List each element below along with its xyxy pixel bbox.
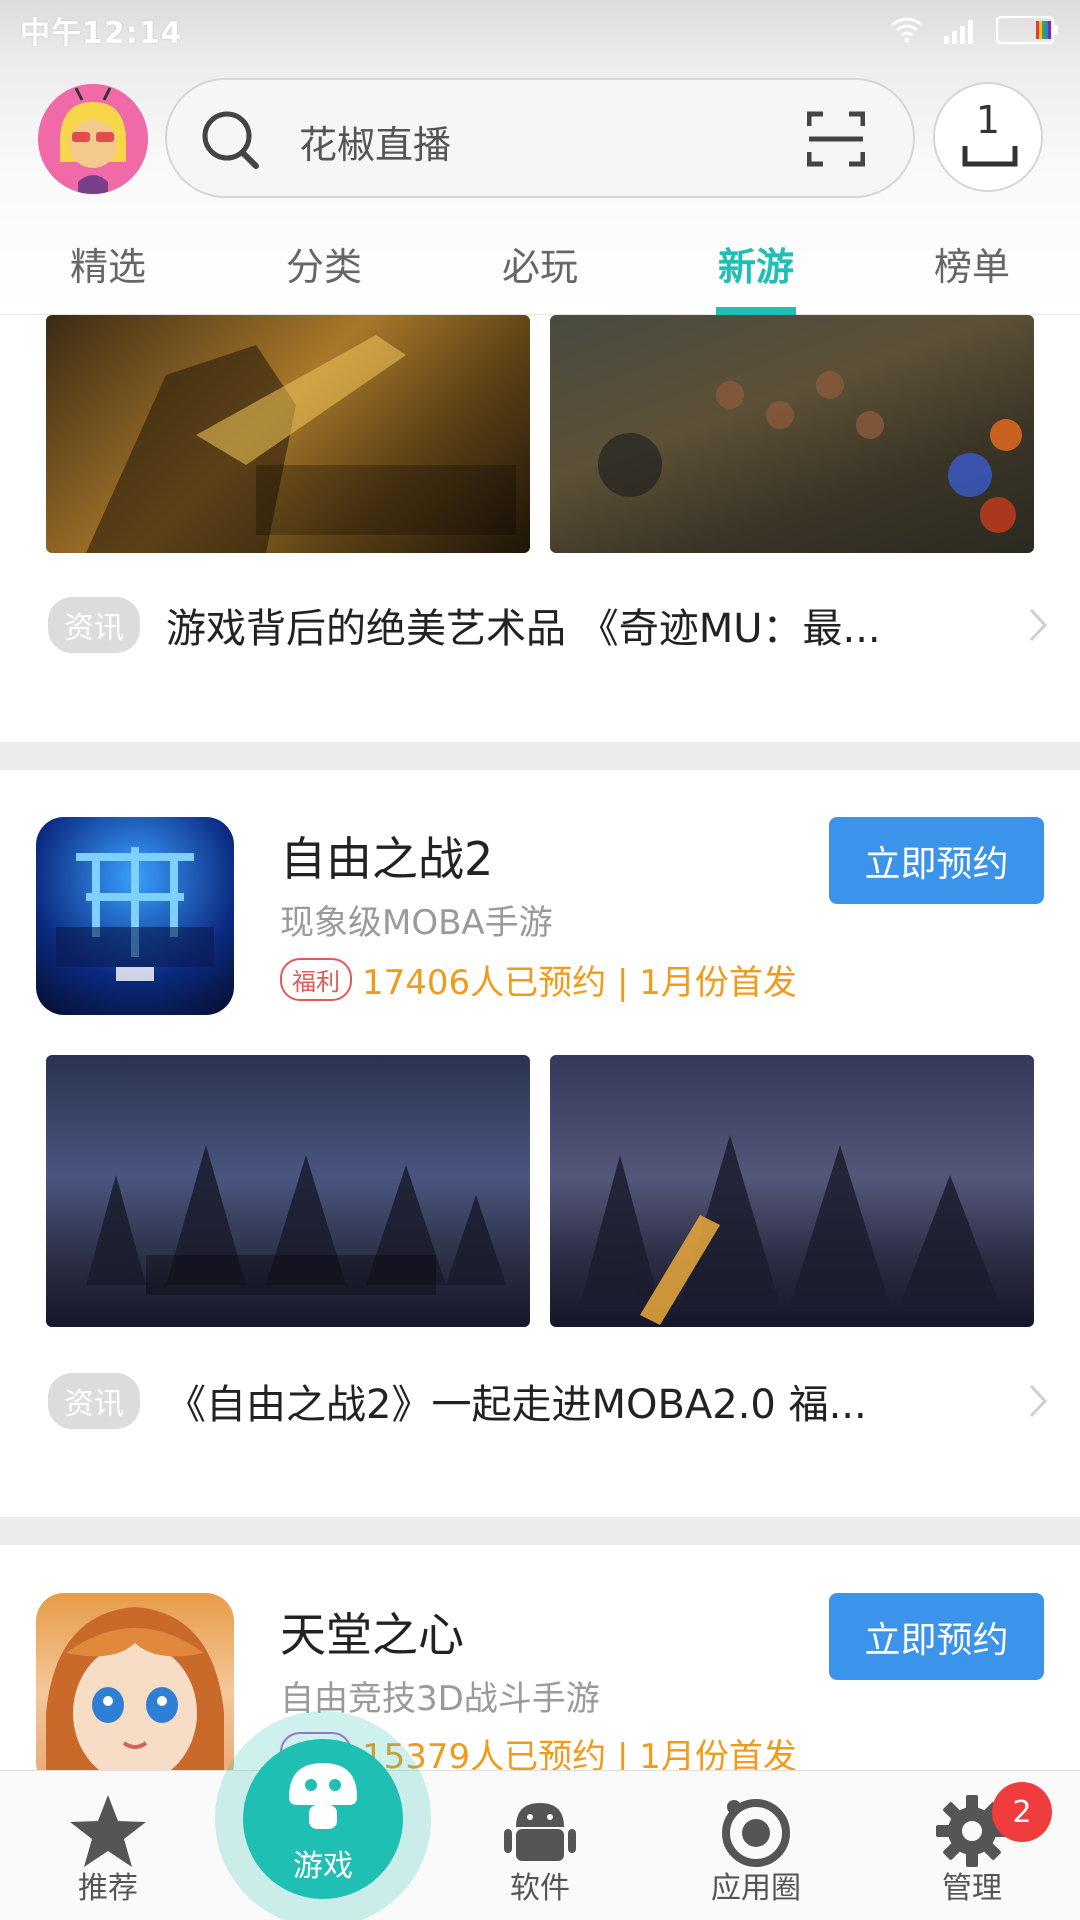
news-title: 《自由之战2》一起走进MOBA2.0 福... (166, 1382, 867, 1428)
section-divider (0, 742, 1080, 770)
reservation-info: 15379人已预约 | 1月份首发 (362, 1737, 797, 1770)
nav-label: 游戏 (293, 1849, 353, 1884)
news-tag: 资讯 (48, 597, 140, 653)
app-icon-heavens-heart[interactable] (36, 1593, 234, 1770)
download-manager-button[interactable]: 1 (933, 82, 1043, 192)
status-time: 中午12:14 (20, 16, 183, 51)
welfare-badge: 福利 (280, 958, 352, 1001)
screenshot-art (86, 1145, 506, 1295)
news-title: 游戏背后的绝美艺术品 《奇迹MU：最... (166, 606, 881, 652)
tab-categories[interactable]: 分类 (216, 230, 432, 315)
heavens-heart-character-icon (46, 1607, 224, 1770)
circle-icon (722, 1799, 790, 1867)
games-button[interactable]: 游戏 (243, 1739, 403, 1899)
bottom-nav: 推荐 游戏 软件 应用圈 管理 (0, 1711, 1080, 1920)
signal-icon (944, 20, 973, 44)
battery-icon (996, 15, 1058, 45)
search-bar[interactable]: 花椒直播 (165, 78, 915, 198)
game-feed: 资讯 游戏背后的绝美艺术品 《奇迹MU：最... 自由之战2 现象级MOBA手游… (0, 315, 1080, 1770)
nav-software[interactable]: 软件 (432, 1771, 648, 1920)
screenshot-art (580, 1135, 1000, 1325)
nav-label: 推荐 (78, 1871, 138, 1906)
notification-badge: 2 (992, 1782, 1052, 1842)
reserve-button[interactable]: 立即预约 (829, 817, 1044, 904)
nav-label: 应用圈 (711, 1871, 801, 1906)
tab-featured[interactable]: 精选 (0, 230, 216, 315)
game-screenshot[interactable] (550, 315, 1034, 553)
avatar[interactable] (38, 84, 148, 194)
news-tag: 资讯 (48, 1373, 140, 1429)
download-tray-icon (962, 146, 1018, 167)
scan-icon[interactable] (807, 110, 865, 168)
chevron-right-icon (1029, 1384, 1048, 1418)
reserve-button[interactable]: 立即预约 (829, 1593, 1044, 1680)
screenshot-art (598, 371, 1022, 533)
nav-app-circle[interactable]: 应用圈 (648, 1771, 864, 1920)
section-divider (0, 1517, 1080, 1545)
news-item[interactable]: 资讯 游戏背后的绝美艺术品 《奇迹MU：最... (48, 595, 1048, 655)
status-bar: 中午12:14 (0, 0, 1080, 60)
tab-must-play[interactable]: 必玩 (432, 230, 648, 315)
app-name[interactable]: 自由之战2 (280, 823, 493, 889)
avatar-icon (38, 84, 148, 194)
status-icons (890, 15, 1060, 45)
nav-recommend[interactable]: 推荐 (0, 1771, 216, 1920)
screenshot-art (86, 335, 516, 553)
reservation-info: 17406人已预约 | 1月份首发 (362, 963, 797, 1003)
game-screenshot[interactable] (46, 315, 530, 553)
android-icon (504, 1803, 576, 1861)
nav-manage[interactable]: 管理 (864, 1771, 1080, 1920)
nav-label: 管理 (942, 1871, 1002, 1906)
nav-games[interactable]: 游戏 (215, 1711, 431, 1920)
app-name[interactable]: 天堂之心 (280, 1599, 464, 1665)
game-screenshot[interactable] (46, 1055, 530, 1327)
search-placeholder: 花椒直播 (299, 123, 452, 167)
freedom-war-logo-icon (56, 847, 214, 981)
app-meta: 福利 17406人已预约 | 1月份首发 (280, 955, 797, 1004)
news-item[interactable]: 资讯 《自由之战2》一起走进MOBA2.0 福... (48, 1371, 1048, 1431)
top-header: 花椒直播 1 精选 分类 必玩 新游 榜单 (0, 60, 1080, 315)
search-icon (202, 111, 259, 169)
game-screenshot[interactable] (550, 1055, 1034, 1327)
category-tabs: 精选 分类 必玩 新游 榜单 (0, 230, 1080, 315)
app-subtitle: 现象级MOBA手游 (280, 903, 553, 943)
chevron-right-icon (1029, 608, 1048, 642)
tab-rankings[interactable]: 榜单 (864, 230, 1080, 315)
wifi-icon (891, 17, 923, 43)
star-icon (70, 1795, 146, 1867)
download-count: 1 (975, 98, 1001, 142)
app-icon-freedom-war[interactable] (36, 817, 234, 1015)
tab-new-games[interactable]: 新游 (648, 230, 864, 315)
mushroom-icon (289, 1763, 357, 1829)
nav-label: 软件 (510, 1871, 570, 1906)
